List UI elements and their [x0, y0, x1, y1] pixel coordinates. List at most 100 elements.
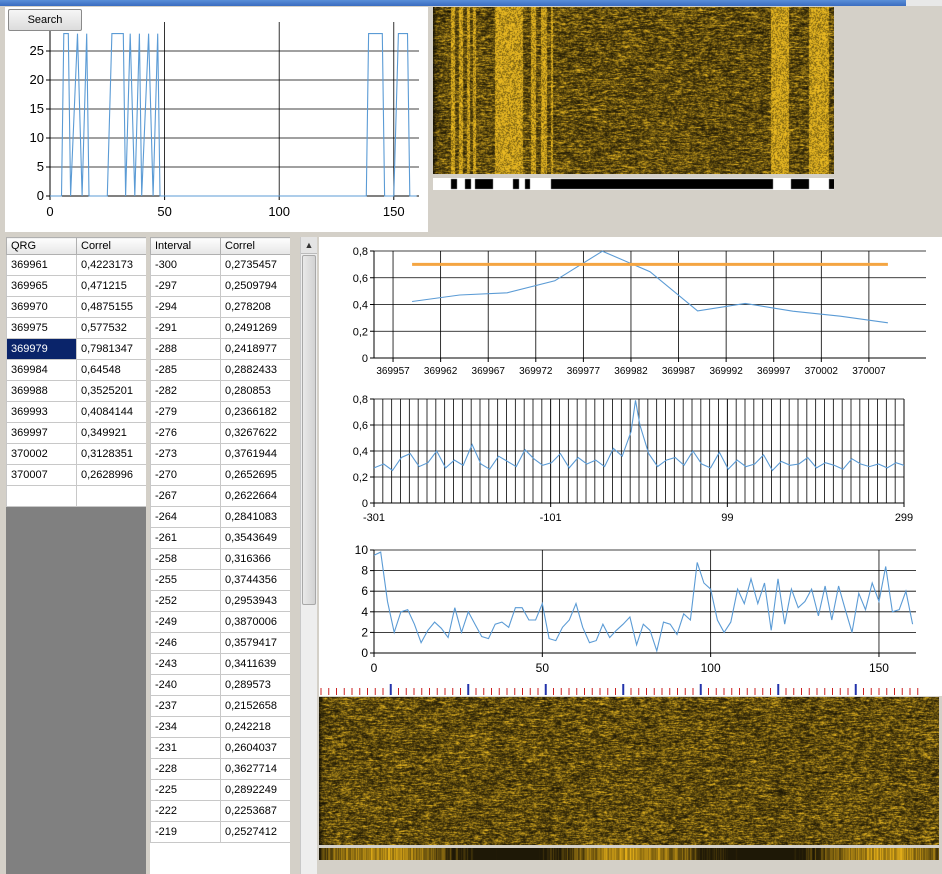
correl-cell[interactable]: 0,2366182	[220, 401, 290, 423]
qrg-cell[interactable]: 369984	[6, 359, 77, 381]
qrg-cell[interactable]	[6, 485, 77, 507]
table-row[interactable]: -255 0,3744356	[150, 569, 290, 591]
table-row[interactable]: -267 0,2622664	[150, 485, 290, 507]
interval-cell[interactable]: -258	[150, 548, 221, 570]
correl-cell[interactable]: 0,3525201	[76, 380, 146, 402]
table-row[interactable]: -225 0,2892249	[150, 779, 290, 801]
correl-cell[interactable]: 0,3128351	[76, 443, 146, 465]
table-row[interactable]: 369997 0,349921	[6, 422, 146, 444]
table-row[interactable]: -279 0,2366182	[150, 401, 290, 423]
table-row[interactable]: -240 0,289573	[150, 674, 290, 696]
interval-cell[interactable]: -273	[150, 443, 221, 465]
table-row[interactable]: -243 0,3411639	[150, 653, 290, 675]
table-row[interactable]: 369988 0,3525201	[6, 380, 146, 402]
interval-cell[interactable]: -270	[150, 464, 221, 486]
correl-cell[interactable]: 0,2953943	[220, 590, 290, 612]
interval-cell[interactable]: -282	[150, 380, 221, 402]
qrg-cell[interactable]: 370007	[6, 464, 77, 486]
table-row[interactable]: -264 0,2841083	[150, 506, 290, 528]
correl-cell[interactable]: 0,4875155	[76, 296, 146, 318]
interval-cell[interactable]: -249	[150, 611, 221, 633]
table-row[interactable]: -252 0,2953943	[150, 590, 290, 612]
table-row[interactable]: -237 0,2152658	[150, 695, 290, 717]
triangle-up-icon[interactable]: ▲	[301, 237, 317, 254]
table-row[interactable]: -273 0,3761944	[150, 443, 290, 465]
correl-cell[interactable]: 0,3543649	[220, 527, 290, 549]
interval-cell[interactable]: -279	[150, 401, 221, 423]
table-row[interactable]: -249 0,3870006	[150, 611, 290, 633]
qrg-cell[interactable]: 369961	[6, 254, 77, 276]
interval-cell[interactable]: -234	[150, 716, 221, 738]
interval-cell[interactable]: -228	[150, 758, 221, 780]
qrg-cell[interactable]: 369970	[6, 296, 77, 318]
correl-cell[interactable]: 0,280853	[220, 380, 290, 402]
interval-cell[interactable]: -297	[150, 275, 221, 297]
table-row[interactable]: -258 0,316366	[150, 548, 290, 570]
correl-cell[interactable]: 0,2892249	[220, 779, 290, 801]
correl-cell[interactable]: 0,7981347	[76, 338, 146, 360]
correl-cell[interactable]: 0,2735457	[220, 254, 290, 276]
interval-cell[interactable]: -219	[150, 821, 221, 843]
table-row[interactable]: 369970 0,4875155	[6, 296, 146, 318]
qrg-cell[interactable]: 369997	[6, 422, 77, 444]
correl-cell[interactable]: 0,4084144	[76, 401, 146, 423]
interval-cell[interactable]: -288	[150, 338, 221, 360]
interval-cell[interactable]: -291	[150, 317, 221, 339]
table-row[interactable]: 369993 0,4084144	[6, 401, 146, 423]
correl-cell[interactable]: 0,3761944	[220, 443, 290, 465]
correl-cell[interactable]: 0,2152658	[220, 695, 290, 717]
table-row[interactable]: 369975 0,577532	[6, 317, 146, 339]
table-row[interactable]: -234 0,242218	[150, 716, 290, 738]
interval-column-header[interactable]: Interval	[150, 237, 221, 255]
interval-cell[interactable]: -264	[150, 506, 221, 528]
correl-cell[interactable]: 0,2622664	[220, 485, 290, 507]
interval-table-scrollbar[interactable]: ▲	[300, 237, 317, 874]
qrg-cell[interactable]: 370002	[6, 443, 77, 465]
interval-cell[interactable]: -285	[150, 359, 221, 381]
table-row[interactable]: -297 0,2509794	[150, 275, 290, 297]
correl-cell[interactable]: 0,3579417	[220, 632, 290, 654]
interval-cell[interactable]: -231	[150, 737, 221, 759]
interval-cell[interactable]: -240	[150, 674, 221, 696]
correl-cell[interactable]: 0,278208	[220, 296, 290, 318]
table-row[interactable]: -285 0,2882433	[150, 359, 290, 381]
table-row[interactable]: -288 0,2418977	[150, 338, 290, 360]
correl-cell[interactable]: 0,3267622	[220, 422, 290, 444]
table-row[interactable]: -246 0,3579417	[150, 632, 290, 654]
interval-cell[interactable]: -243	[150, 653, 221, 675]
correl-cell[interactable]: 0,2841083	[220, 506, 290, 528]
table-row[interactable]	[6, 485, 146, 507]
search-button[interactable]: Search	[8, 9, 82, 31]
correl-cell[interactable]: 0,316366	[220, 548, 290, 570]
table-row[interactable]: 369965 0,471215	[6, 275, 146, 297]
correl-column-header[interactable]: Correl	[220, 237, 290, 255]
qrg-cell[interactable]: 369965	[6, 275, 77, 297]
table-row[interactable]: 370007 0,2628996	[6, 464, 146, 486]
qrg-cell[interactable]: 369979	[6, 338, 77, 360]
table-row[interactable]: -222 0,2253687	[150, 800, 290, 822]
correl-cell[interactable]: 0,3744356	[220, 569, 290, 591]
table-row[interactable]: 369979 0,7981347	[6, 338, 146, 360]
correl-cell[interactable]: 0,3627714	[220, 758, 290, 780]
interval-cell[interactable]: -300	[150, 254, 221, 276]
correl-cell[interactable]: 0,2418977	[220, 338, 290, 360]
correl-cell[interactable]: 0,2882433	[220, 359, 290, 381]
correl-cell[interactable]: 0,577532	[76, 317, 146, 339]
correl-cell[interactable]: 0,471215	[76, 275, 146, 297]
table-row[interactable]: -228 0,3627714	[150, 758, 290, 780]
table-row[interactable]: 369961 0,4223173	[6, 254, 146, 276]
table-row[interactable]: 370002 0,3128351	[6, 443, 146, 465]
table-row[interactable]: 369984 0,64548	[6, 359, 146, 381]
table-row[interactable]: -219 0,2527412	[150, 821, 290, 843]
table-row[interactable]: -294 0,278208	[150, 296, 290, 318]
table-row[interactable]: -276 0,3267622	[150, 422, 290, 444]
interval-cell[interactable]: -294	[150, 296, 221, 318]
qrg-cell[interactable]: 369993	[6, 401, 77, 423]
correl-cell[interactable]: 0,2527412	[220, 821, 290, 843]
interval-cell[interactable]: -252	[150, 590, 221, 612]
correl-cell[interactable]	[76, 485, 146, 507]
correl-cell[interactable]: 0,349921	[76, 422, 146, 444]
interval-cell[interactable]: -237	[150, 695, 221, 717]
correl-cell[interactable]: 0,2628996	[76, 464, 146, 486]
qrg-cell[interactable]: 369988	[6, 380, 77, 402]
